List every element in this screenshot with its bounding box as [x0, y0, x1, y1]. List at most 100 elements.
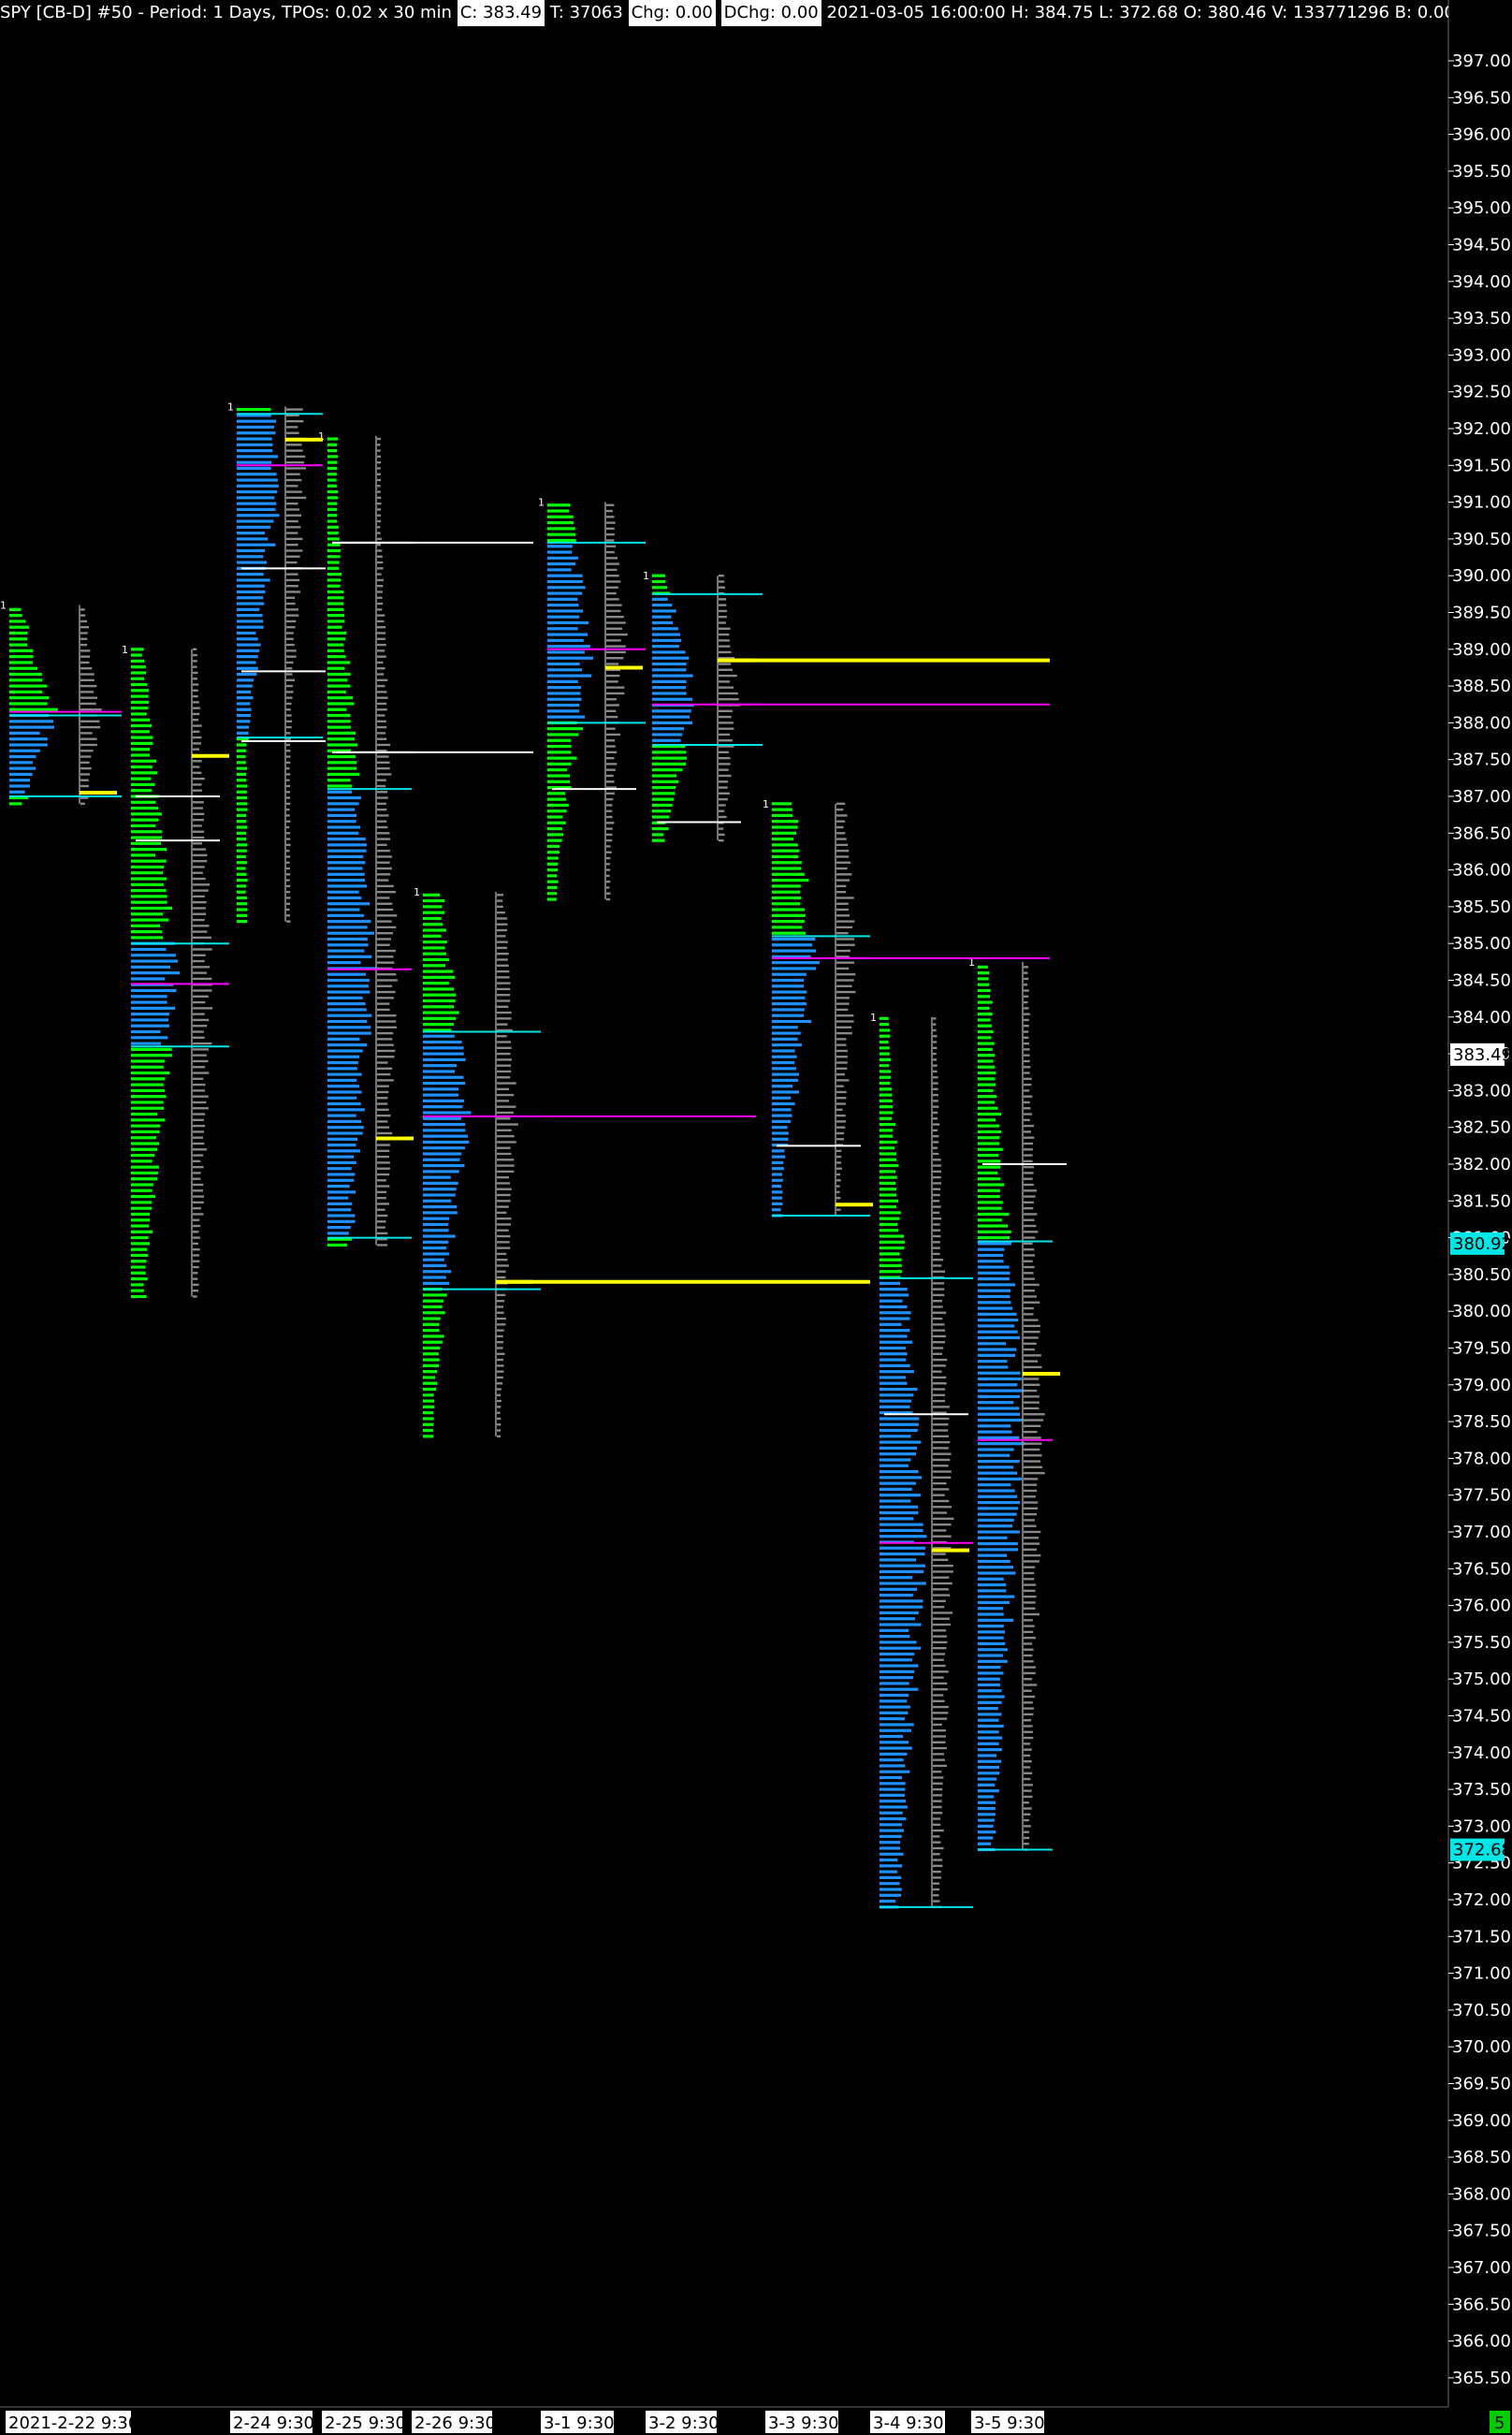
volume-bar: [933, 1041, 938, 1043]
tpo-row: [327, 1160, 356, 1165]
volume-bar: [497, 982, 511, 984]
tpo-row: [131, 930, 163, 934]
tpo-row: [652, 756, 687, 760]
volume-bar: [286, 779, 290, 781]
tpo-row: [652, 627, 678, 631]
volume-bar: [286, 843, 291, 847]
tpo-row: [131, 841, 161, 845]
volume-bar: [193, 1124, 205, 1128]
volume-bar: [1024, 1101, 1030, 1104]
chart-header-bar: SPY [CB-D] #50 - Period: 1 Days, TPOs: 0…: [0, 0, 1448, 28]
volume-bar: [286, 755, 291, 758]
tpo-row: [880, 1405, 910, 1408]
volume-bar: [377, 1244, 387, 1247]
tpo-row: [978, 1495, 1018, 1498]
volume-bar: [1024, 1077, 1032, 1081]
volume-bar: [497, 1023, 508, 1026]
tpo-row: [978, 1159, 1001, 1163]
tpo-row: [9, 720, 53, 723]
tpo-row: [880, 1605, 923, 1609]
volume-bar: [1024, 1583, 1037, 1586]
tpo-row: [131, 1083, 164, 1086]
volume-bar: [606, 809, 613, 812]
tpo-row: [131, 1194, 155, 1199]
tpo-row: [423, 1363, 440, 1367]
price-tick-label: 373.00: [1452, 1816, 1511, 1836]
tpo-row: [880, 1440, 922, 1444]
tpo-row: [547, 803, 569, 808]
tpo-row: [131, 1036, 168, 1040]
tpo-row: [327, 795, 361, 800]
tpo-row: [772, 1037, 798, 1041]
volume-bar: [286, 649, 297, 652]
tpo-row: [327, 1043, 368, 1047]
tpo-row: [880, 1040, 889, 1044]
tpo-row: [237, 754, 246, 759]
price-axis[interactable]: 397.00396.50396.00395.50395.00394.50394.…: [1448, 51, 1512, 2388]
volume-bar: [1024, 1354, 1041, 1357]
volume-bar: [606, 598, 619, 601]
volume-bar: [193, 824, 202, 827]
volume-bar: [377, 1043, 394, 1046]
tpo-row: [880, 1211, 901, 1215]
volume-bar: [497, 1146, 511, 1149]
volume-bar: [933, 1488, 950, 1491]
volume-bar: [933, 1087, 938, 1091]
volume-bar: [193, 995, 209, 998]
volume-bar: [193, 989, 212, 992]
tpo-row: [131, 1112, 158, 1116]
tpo-row: [880, 1422, 919, 1426]
volume-bar: [377, 897, 390, 899]
volume-bar: [1024, 1713, 1034, 1716]
volume-bar: [286, 855, 291, 858]
market-profile-chart[interactable]: 1111111111 397.00396.50396.00395.50395.0…: [0, 0, 1512, 2435]
date-axis[interactable]: 2021-2-22 9:30 2-24 9:30 2-25 9:30 2-26 9:3…: [0, 2406, 1510, 2433]
volume-bar: [606, 545, 617, 547]
volume-bar: [1024, 1566, 1036, 1568]
tpo-row: [131, 1042, 161, 1045]
tpo-row: [547, 674, 592, 678]
tpo-row: [547, 545, 573, 548]
tpo-row: [423, 1211, 458, 1215]
volume-bar: [80, 673, 94, 676]
volume-bar: [933, 1017, 937, 1020]
tpo-row: [772, 972, 807, 976]
tpo-row: [237, 749, 247, 752]
volume-bar: [286, 460, 305, 464]
volume-bar: [286, 702, 292, 706]
tpo-row: [652, 785, 676, 790]
volume-bar: [1024, 1295, 1037, 1298]
tpo-row: [772, 867, 802, 870]
volume-bar: [836, 979, 854, 982]
tpo-row: [237, 825, 248, 829]
tpo-row: [772, 808, 792, 811]
tpo-row: [131, 906, 172, 911]
volume-bar: [933, 1712, 949, 1714]
tpo-row: [880, 1393, 914, 1397]
tpo-row: [327, 690, 346, 693]
volume-bar: [606, 674, 620, 678]
tpo-row: [880, 1399, 912, 1403]
tpo-row: [237, 913, 248, 917]
tpo-row: [9, 607, 22, 611]
volume-bar: [377, 1179, 386, 1182]
volume-bar: [719, 763, 731, 765]
tpo-row: [131, 1236, 149, 1240]
volume-bar: [286, 867, 290, 870]
tpo-row: [237, 696, 254, 700]
volume-bar: [377, 949, 396, 953]
tpo-row: [327, 1026, 371, 1029]
tpo-row: [423, 1411, 434, 1415]
volume-bar: [933, 1558, 949, 1562]
tpo-row: [978, 1194, 1000, 1199]
tpo-row: [237, 779, 247, 782]
volume-bar: [606, 822, 615, 824]
volume-bar: [497, 1347, 503, 1349]
volume-bar: [606, 709, 617, 713]
volume-bar: [606, 715, 618, 719]
tpo-row: [423, 1258, 444, 1261]
tpo-row: [237, 614, 263, 618]
tpo-row: [327, 543, 341, 547]
volume-bar: [497, 1234, 511, 1238]
tpo-row: [327, 1232, 349, 1235]
